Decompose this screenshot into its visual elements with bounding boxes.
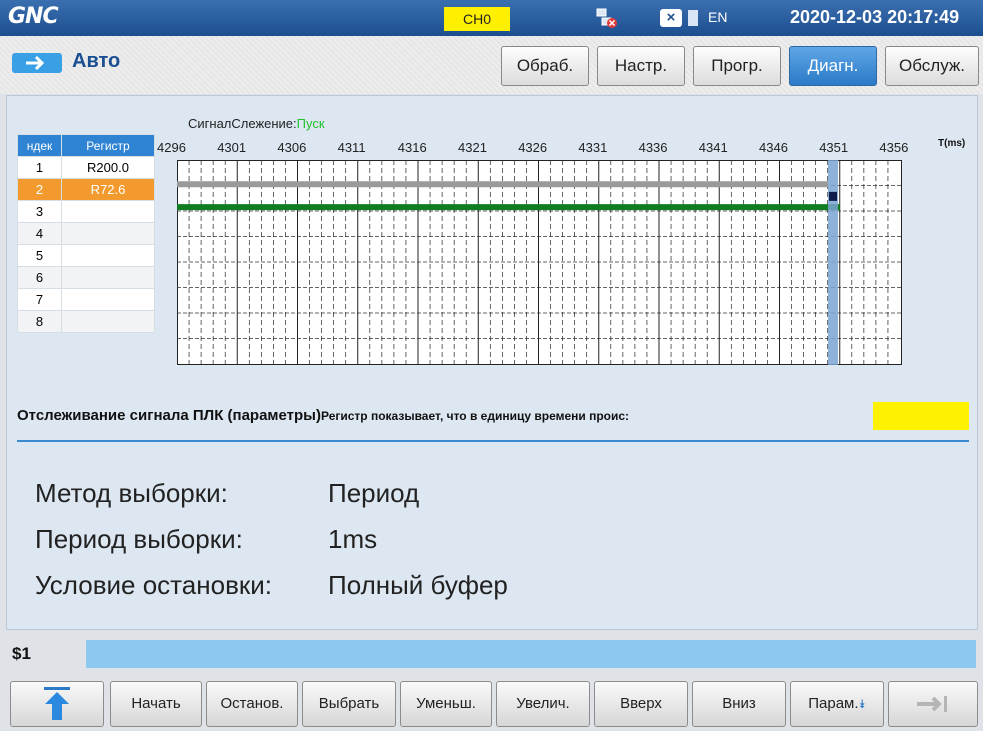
table-row[interactable]: 6 bbox=[17, 266, 155, 289]
row-register[interactable] bbox=[61, 200, 155, 223]
grid-frame bbox=[177, 160, 902, 365]
input-method-icon bbox=[688, 10, 698, 26]
increase-button[interactable]: Увелич. bbox=[496, 681, 590, 727]
channel-indicator[interactable]: CH0 bbox=[444, 7, 510, 31]
title-bar: GNC CH0 × EN 2020-12-03 20:17:49 bbox=[0, 0, 983, 36]
row-index: 2 bbox=[17, 178, 62, 201]
register-table: ндек Регистр 1 R200.0 2 R72.6 3 4 5 6 7 bbox=[17, 134, 155, 333]
period-value: 1ms bbox=[328, 524, 378, 554]
row-register[interactable] bbox=[61, 266, 155, 289]
row-register[interactable]: R72.6 bbox=[61, 178, 155, 201]
status-highlight bbox=[873, 402, 969, 430]
next-page-button[interactable] bbox=[888, 681, 978, 727]
row-register[interactable] bbox=[61, 288, 155, 311]
tab-setup[interactable]: Настр. bbox=[597, 46, 685, 86]
method-label: Метод выборки: bbox=[35, 478, 228, 508]
time-tick-label: 4316 bbox=[397, 140, 427, 155]
column-header-register: Регистр bbox=[61, 134, 155, 157]
time-tick-label: 4296 bbox=[157, 140, 186, 155]
signal-trace-label: СигналСлежение:Пуск bbox=[188, 116, 325, 131]
column-header-index: ндек bbox=[17, 134, 62, 157]
method-value: Период bbox=[328, 478, 420, 508]
row-index: 7 bbox=[17, 288, 62, 311]
row-register[interactable] bbox=[61, 310, 155, 333]
table-row[interactable]: 5 bbox=[17, 244, 155, 267]
time-tick-label: 4321 bbox=[458, 140, 487, 155]
chevron-down-icon: ⯯ bbox=[858, 697, 866, 711]
command-label: $1 bbox=[12, 644, 31, 663]
time-tick-label: 4326 bbox=[518, 140, 548, 155]
stop-condition-value: Полный буфер bbox=[328, 570, 508, 600]
network-error-icon bbox=[596, 8, 617, 28]
close-icon[interactable]: × bbox=[660, 9, 682, 27]
period-label: Период выборки: bbox=[35, 524, 243, 554]
time-tick-label: 4341 bbox=[698, 140, 728, 155]
table-row[interactable]: 4 bbox=[17, 222, 155, 245]
time-tick-label: 4311 bbox=[337, 140, 366, 155]
mode-label: Авто bbox=[72, 50, 121, 72]
down-button[interactable]: Вниз bbox=[692, 681, 786, 727]
time-axis: 4296 4301 4306 4311 4316 4321 4326 4331 4336 4341… bbox=[157, 140, 947, 160]
time-tick-label: 4356 bbox=[879, 140, 909, 155]
time-tick-label: 4351 bbox=[819, 140, 849, 155]
status-message: Отслеживание сигнала ПЛК (параметры)Реги… bbox=[17, 407, 629, 424]
decrease-button[interactable]: Уменьш. bbox=[400, 681, 492, 727]
tab-diagnostics[interactable]: Диагн. bbox=[789, 46, 877, 86]
row-register[interactable]: R200.0 bbox=[61, 156, 155, 179]
params-button[interactable]: Парам.⯯ bbox=[790, 681, 884, 727]
row-register[interactable] bbox=[61, 222, 155, 245]
stop-button[interactable]: Останов. bbox=[206, 681, 298, 727]
up-button[interactable]: Вверх bbox=[594, 681, 688, 727]
time-tick-label: 4336 bbox=[638, 140, 668, 155]
row-index: 6 bbox=[17, 266, 62, 289]
row-index: 8 bbox=[17, 310, 62, 333]
tab-maintenance[interactable]: Обслуж. bbox=[885, 46, 979, 86]
diagnostics-panel: СигналСлежение:Пуск ндек Регистр 1 R200.… bbox=[6, 95, 978, 630]
divider bbox=[17, 440, 969, 442]
row-index: 3 bbox=[17, 200, 62, 223]
table-row[interactable]: 3 bbox=[17, 200, 155, 223]
time-unit-label: T(ms) bbox=[938, 138, 966, 149]
signal-trace-grid[interactable] bbox=[177, 160, 902, 365]
language-indicator[interactable]: EN bbox=[708, 9, 727, 25]
time-tick-label: 4346 bbox=[759, 140, 788, 155]
row-index: 4 bbox=[17, 222, 62, 245]
time-tick-label: 4301 bbox=[217, 140, 247, 155]
table-row[interactable]: 8 bbox=[17, 310, 155, 333]
table-row[interactable]: 7 bbox=[17, 288, 155, 311]
command-bar: $1 bbox=[6, 636, 978, 672]
time-tick-label: 4306 bbox=[277, 140, 307, 155]
row-index: 1 bbox=[17, 156, 62, 179]
cursor-marker bbox=[829, 191, 837, 201]
table-row-selected[interactable]: 2 R72.6 bbox=[17, 178, 155, 201]
datetime-display: 2020-12-03 20:17:49 bbox=[790, 7, 960, 27]
next-page-icon bbox=[917, 696, 947, 712]
stop-condition-label: Условие остановки: bbox=[35, 570, 273, 600]
status-title: Отслеживание сигнала ПЛК (параметры) bbox=[17, 407, 321, 424]
signal-trace-title: СигналСлежение: bbox=[188, 116, 297, 131]
select-button[interactable]: Выбрать bbox=[302, 681, 396, 727]
up-arrow-icon bbox=[44, 687, 70, 720]
start-button[interactable]: Начать bbox=[110, 681, 202, 727]
time-cursor bbox=[828, 160, 838, 365]
command-input[interactable] bbox=[86, 640, 976, 668]
home-button[interactable] bbox=[10, 681, 104, 727]
time-tick-label: 4331 bbox=[578, 140, 608, 155]
table-row[interactable]: 1 R200.0 bbox=[17, 156, 155, 179]
mode-arrow-icon bbox=[12, 53, 62, 73]
row-index: 5 bbox=[17, 244, 62, 267]
tab-processing[interactable]: Обраб. bbox=[501, 46, 589, 86]
signal-trace-state: Пуск bbox=[296, 116, 325, 131]
status-text: Регистр показывает, что в единицу времен… bbox=[320, 409, 630, 423]
row-register[interactable] bbox=[61, 244, 155, 267]
tab-program[interactable]: Прогр. bbox=[693, 46, 781, 86]
gnc-logo: GNC bbox=[8, 4, 59, 29]
params-label: Парам. bbox=[808, 695, 859, 712]
